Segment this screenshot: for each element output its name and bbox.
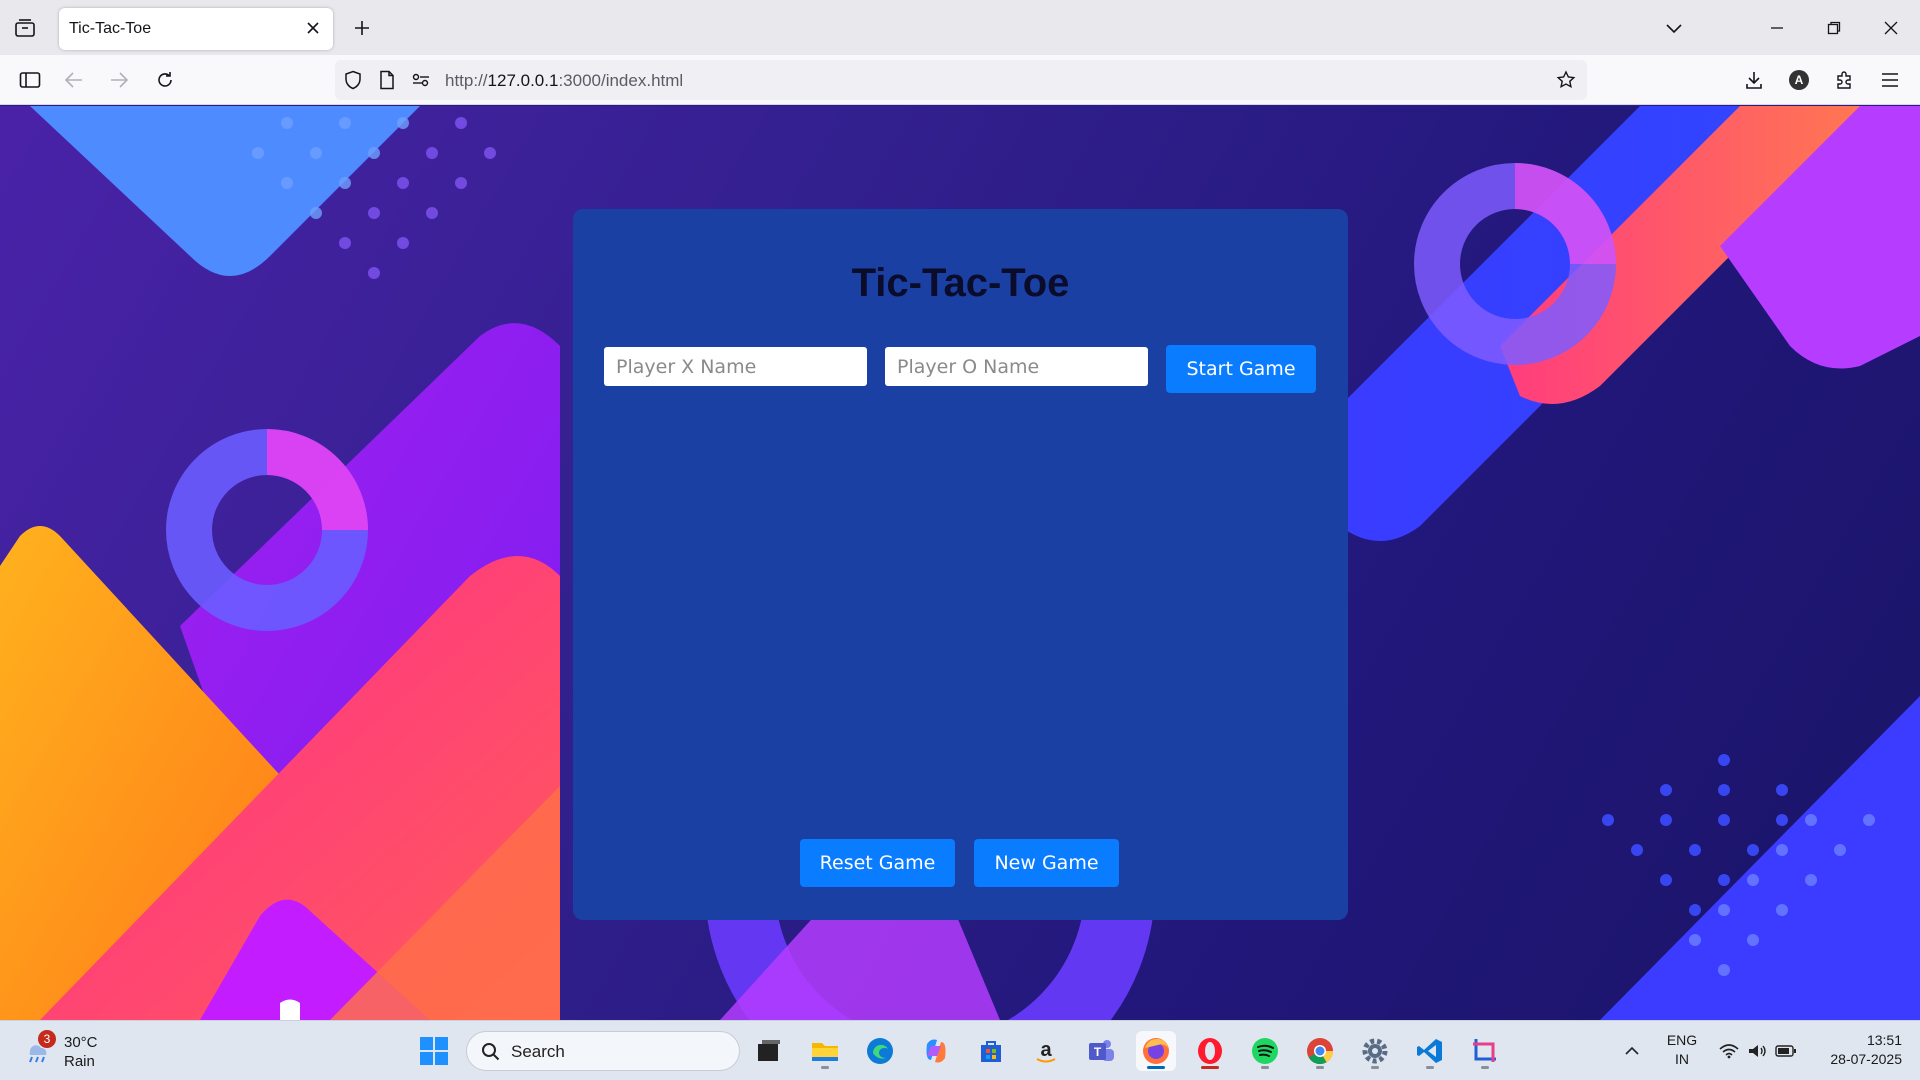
clock-date: 28-07-2025 — [1830, 1051, 1902, 1067]
language-code: ENG — [1666, 1032, 1698, 1048]
chevron-down-icon[interactable] — [1662, 16, 1686, 40]
amazon-icon[interactable]: a — [1026, 1031, 1066, 1071]
url-path: :3000/index.html — [558, 71, 684, 90]
running-indicator — [1201, 1066, 1219, 1069]
battery-icon[interactable] — [1771, 1031, 1801, 1071]
start-game-button[interactable]: Start Game — [1166, 345, 1316, 393]
address-bar[interactable]: http://127.0.0.1:3000/index.html — [335, 60, 1587, 100]
copilot-icon[interactable] — [916, 1031, 956, 1071]
reset-game-button[interactable]: Reset Game — [800, 839, 955, 887]
new-game-button[interactable]: New Game — [974, 839, 1119, 887]
game-board-area — [573, 409, 1348, 909]
shield-icon[interactable] — [343, 70, 363, 90]
firefox-icon[interactable] — [1136, 1031, 1176, 1071]
tab-title: Tic-Tac-Toe — [69, 20, 152, 37]
edge-icon[interactable] — [860, 1031, 900, 1071]
opera-icon[interactable] — [1190, 1031, 1230, 1071]
navigation-toolbar: http://127.0.0.1:3000/index.html A — [0, 55, 1920, 105]
svg-text:T: T — [1094, 1045, 1102, 1059]
download-icon[interactable] — [1740, 66, 1768, 94]
weather-widget[interactable]: 3 30°C Rain — [20, 1030, 130, 1074]
teams-icon[interactable]: T — [1081, 1031, 1121, 1071]
microsoft-store-icon[interactable] — [971, 1031, 1011, 1071]
permissions-icon[interactable] — [411, 70, 431, 90]
volume-icon[interactable] — [1742, 1031, 1772, 1071]
active-tab[interactable]: Tic-Tac-Toe — [59, 8, 333, 50]
page-icon[interactable] — [377, 70, 397, 90]
minimize-icon[interactable] — [1762, 14, 1792, 42]
menu-hamburger-icon[interactable] — [1876, 66, 1904, 94]
windows-taskbar: 3 30°C Rain Search a T ENG IN 13:51 28-0… — [0, 1020, 1920, 1080]
running-indicator — [1316, 1066, 1324, 1069]
search-label: Search — [511, 1042, 565, 1061]
weather-temperature: 30°C — [64, 1034, 98, 1051]
chrome-icon[interactable] — [1300, 1031, 1340, 1071]
url-text[interactable]: http://127.0.0.1:3000/index.html — [445, 71, 683, 91]
player-x-name-input[interactable] — [604, 347, 867, 386]
tab-bar: Tic-Tac-Toe — [0, 0, 1920, 55]
running-indicator — [1371, 1066, 1379, 1069]
snipping-tool-icon[interactable] — [1465, 1031, 1505, 1071]
reload-icon[interactable] — [151, 66, 179, 94]
vscode-icon[interactable] — [1410, 1031, 1450, 1071]
page-viewport: Tic-Tac-Toe Start Game Reset Game New Ga… — [0, 106, 1920, 1020]
chevron-up-icon[interactable] — [1612, 1031, 1652, 1071]
forward-arrow-icon[interactable] — [105, 66, 133, 94]
game-title: Tic-Tac-Toe — [851, 261, 1070, 305]
clock-time: 13:51 — [1866, 1032, 1902, 1048]
back-arrow-icon[interactable] — [60, 66, 88, 94]
profile-initial: A — [1789, 70, 1809, 90]
clock[interactable]: 13:51 28-07-2025 — [1808, 1021, 1908, 1080]
search-icon — [482, 1043, 500, 1061]
account-avatar-icon[interactable]: A — [1785, 66, 1813, 94]
svg-text:a: a — [1040, 1039, 1052, 1061]
running-indicator — [1426, 1066, 1434, 1069]
wifi-icon[interactable] — [1714, 1031, 1744, 1071]
url-host: 127.0.0.1 — [487, 71, 559, 90]
weather-condition: Rain — [64, 1053, 95, 1070]
restore-icon[interactable] — [1819, 14, 1849, 42]
language-indicator[interactable]: ENG IN — [1658, 1021, 1706, 1080]
settings-gear-icon[interactable] — [1355, 1031, 1395, 1071]
new-tab-plus-icon[interactable] — [348, 14, 376, 42]
windows-start-icon[interactable] — [414, 1031, 454, 1071]
extensions-puzzle-icon[interactable] — [1831, 66, 1859, 94]
player-o-name-input[interactable] — [885, 347, 1148, 386]
window-close-icon[interactable] — [1876, 14, 1906, 42]
active-indicator — [1147, 1066, 1165, 1069]
game-card: Tic-Tac-Toe Start Game — [573, 209, 1348, 920]
taskbar-search[interactable]: Search — [466, 1031, 740, 1071]
spotify-icon[interactable] — [1245, 1031, 1285, 1071]
running-indicator — [1261, 1066, 1269, 1069]
task-view-icon[interactable] — [749, 1031, 789, 1071]
file-explorer-icon[interactable] — [805, 1031, 845, 1071]
language-region: IN — [1675, 1051, 1689, 1067]
close-icon[interactable] — [303, 18, 323, 38]
running-indicator — [821, 1066, 829, 1069]
sidebar-icon[interactable] — [16, 66, 44, 94]
weather-alert-badge: 3 — [38, 1030, 56, 1048]
tab-list-icon[interactable] — [12, 16, 38, 40]
running-indicator — [1481, 1066, 1489, 1069]
url-scheme: http:// — [445, 71, 488, 90]
bookmark-star-icon[interactable] — [1555, 69, 1577, 91]
